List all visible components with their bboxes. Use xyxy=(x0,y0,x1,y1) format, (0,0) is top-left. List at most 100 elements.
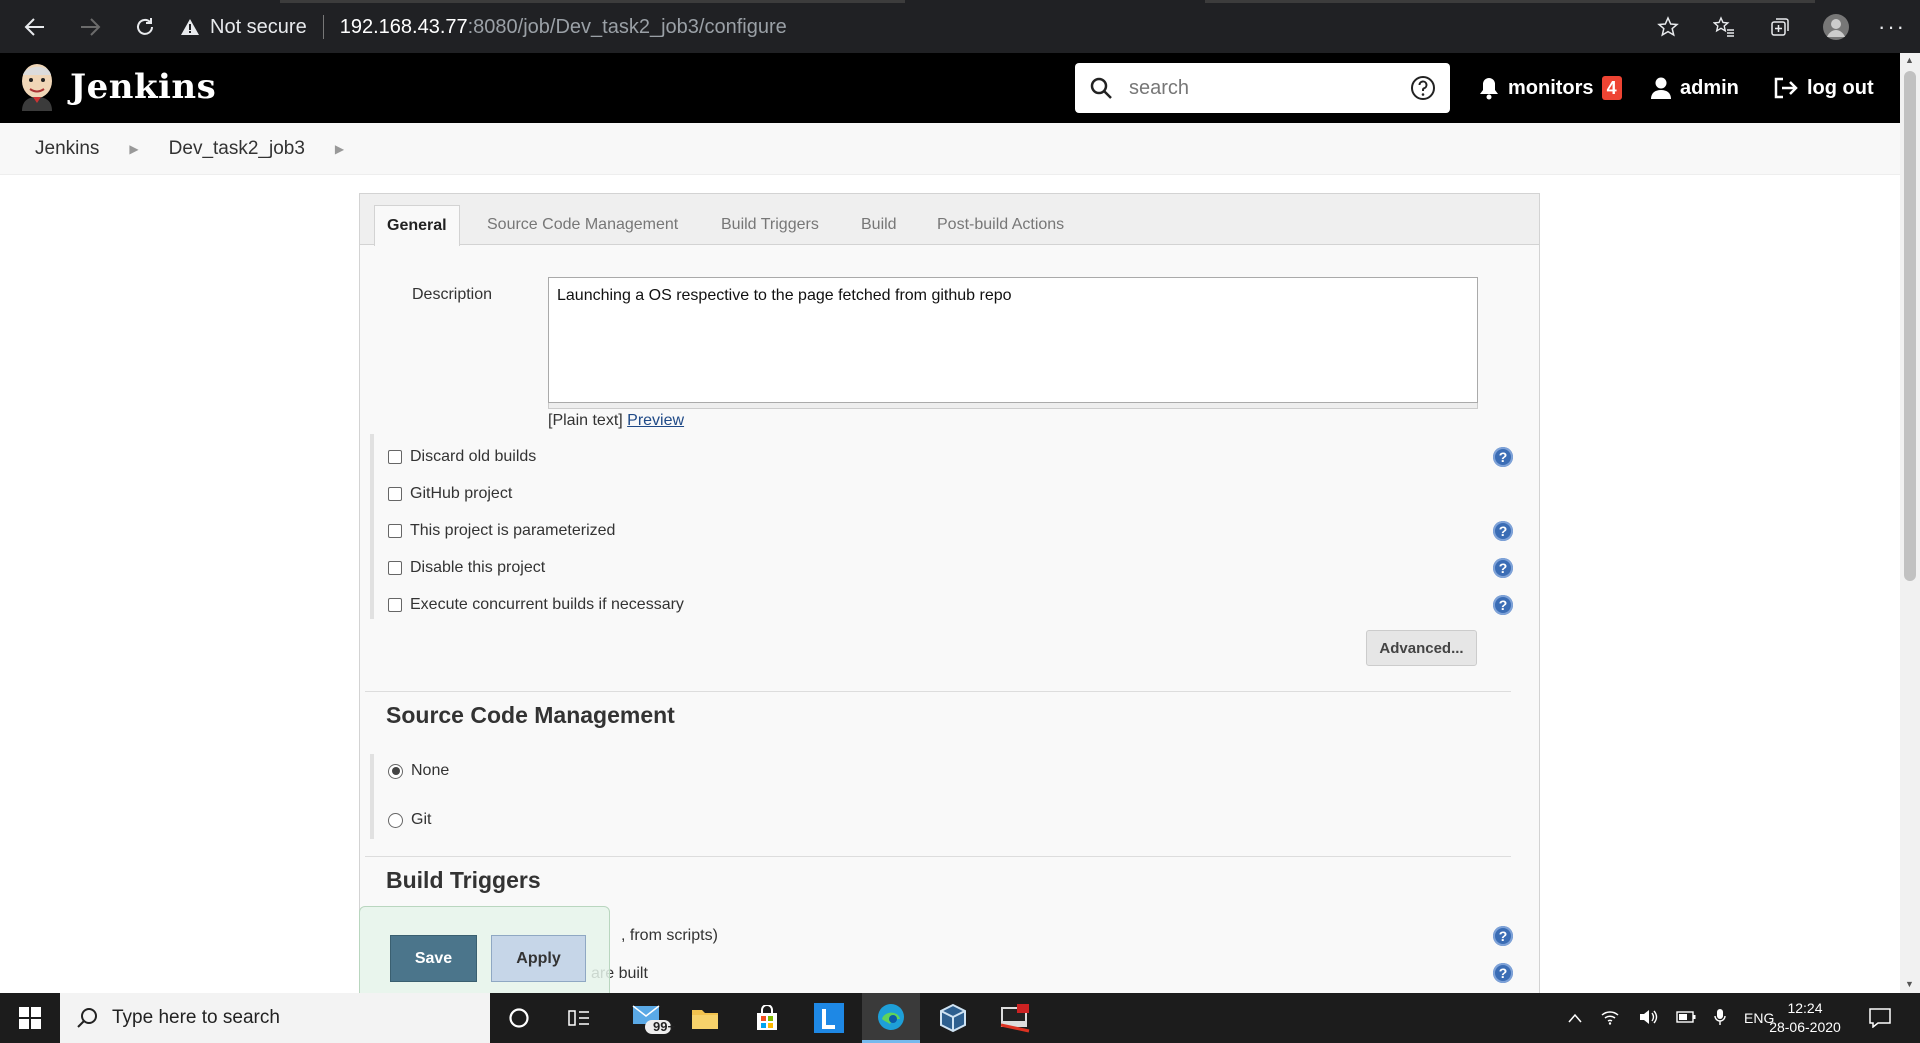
plain-text-label: [Plain text] xyxy=(548,412,623,429)
virtualbox-icon[interactable] xyxy=(924,993,982,1043)
clock-date: 28-06-2020 xyxy=(1769,1019,1841,1035)
option-discard-old-builds[interactable]: Discard old builds xyxy=(388,448,536,466)
user-link[interactable]: admin xyxy=(1650,53,1739,123)
monitors-label: monitors xyxy=(1508,76,1594,99)
user-icon xyxy=(1651,77,1671,99)
reload-button[interactable] xyxy=(128,10,162,44)
help-icon[interactable]: ? xyxy=(1493,595,1513,615)
build-trigger-option-partial: , from scripts) xyxy=(621,927,718,944)
windows-taskbar: Type here to search 99+ ENG 12:24 28-06-… xyxy=(0,993,1920,1043)
help-icon[interactable]: ? xyxy=(1493,558,1513,578)
microphone-icon[interactable] xyxy=(1714,1008,1726,1029)
cortana-icon[interactable] xyxy=(490,993,548,1043)
tab-general[interactable]: General xyxy=(374,205,460,246)
option-label: Git xyxy=(411,811,432,828)
favorite-star-icon[interactable] xyxy=(1640,16,1696,38)
disable-project-checkbox[interactable] xyxy=(388,561,402,575)
bell-icon xyxy=(1480,78,1498,100)
breadcrumb-jenkins[interactable]: Jenkins xyxy=(35,138,99,160)
breadcrumb-job[interactable]: Dev_task2_job3 xyxy=(169,138,305,160)
option-label: This project is parameterized xyxy=(410,522,616,539)
option-github-project[interactable]: GitHub project xyxy=(388,485,512,503)
browser-actions: ··· xyxy=(1640,10,1920,44)
monitors-link[interactable]: monitors 4 xyxy=(1478,53,1622,123)
help-icon[interactable]: ? xyxy=(1493,521,1513,541)
notifications-icon[interactable] xyxy=(1850,993,1910,1043)
breadcrumb-separator-icon[interactable]: ▶ xyxy=(335,142,344,156)
tab-strip-line xyxy=(1205,0,1815,3)
putty-terminal-icon[interactable] xyxy=(986,993,1044,1043)
tray-expand-icon[interactable] xyxy=(1568,1010,1582,1026)
scm-option-git[interactable]: Git xyxy=(388,811,431,829)
concurrent-builds-checkbox[interactable] xyxy=(388,598,402,612)
search-icon xyxy=(1090,77,1112,99)
search-input[interactable]: search xyxy=(1129,77,1410,100)
tab-source-code-management[interactable]: Source Code Management xyxy=(487,205,678,245)
scroll-down-icon[interactable]: ▼ xyxy=(1905,979,1914,989)
save-button[interactable]: Save xyxy=(390,935,477,982)
preview-link[interactable]: Preview xyxy=(627,412,684,429)
tab-build[interactable]: Build xyxy=(861,205,897,245)
scm-git-radio[interactable] xyxy=(388,812,403,828)
page-scrollbar[interactable]: ▲ ▼ xyxy=(1900,53,1920,993)
volume-icon[interactable] xyxy=(1638,1009,1658,1028)
option-disable-project[interactable]: Disable this project xyxy=(388,559,545,577)
favorites-list-icon[interactable] xyxy=(1696,16,1752,38)
file-explorer-icon[interactable] xyxy=(676,993,734,1043)
tab-build-triggers[interactable]: Build Triggers xyxy=(721,205,819,245)
windows-start-button[interactable] xyxy=(0,993,60,1043)
scroll-up-icon[interactable]: ▲ xyxy=(1905,55,1914,65)
edge-browser-icon[interactable] xyxy=(862,993,920,1043)
github-project-checkbox[interactable] xyxy=(388,487,402,501)
section-divider xyxy=(365,691,1511,692)
profile-avatar-icon[interactable] xyxy=(1808,13,1864,41)
help-icon[interactable]: ? xyxy=(1493,447,1513,467)
tab-post-build-actions[interactable]: Post-build Actions xyxy=(937,205,1064,245)
jenkins-logo[interactable]: Jenkins xyxy=(18,63,216,111)
jenkins-header: Jenkins search monitors 4 admin log out xyxy=(0,53,1900,123)
logout-label: log out xyxy=(1807,76,1874,99)
options-group-bar xyxy=(370,434,374,619)
system-clock[interactable]: 12:24 28-06-2020 xyxy=(1760,999,1850,1037)
clock-time: 12:24 xyxy=(1787,1000,1823,1016)
option-label: Discard old builds xyxy=(410,448,537,465)
textarea-resize-handle[interactable] xyxy=(548,403,1478,409)
task-view-icon[interactable] xyxy=(550,993,608,1043)
logout-link[interactable]: log out xyxy=(1773,53,1874,123)
option-concurrent-builds[interactable]: Execute concurrent builds if necessary xyxy=(388,596,684,614)
advanced-button[interactable]: Advanced... xyxy=(1366,630,1477,666)
scm-section-title: Source Code Management xyxy=(386,702,675,728)
address-bar[interactable]: Not secure 192.168.43.77:8080/job/Dev_ta… xyxy=(180,7,1650,47)
breadcrumb-separator-icon[interactable]: ▶ xyxy=(129,142,138,156)
apply-button[interactable]: Apply xyxy=(491,935,586,982)
l-app-icon[interactable] xyxy=(800,993,858,1043)
mail-app-icon[interactable]: 99+ xyxy=(622,993,680,1043)
scrollbar-thumb[interactable] xyxy=(1904,71,1916,581)
address-separator xyxy=(322,15,324,39)
store-icon[interactable] xyxy=(738,993,796,1043)
option-label: GitHub project xyxy=(410,485,513,502)
discard-old-builds-checkbox[interactable] xyxy=(388,450,402,464)
search-box[interactable]: search xyxy=(1075,63,1450,113)
forward-button[interactable] xyxy=(73,10,107,44)
collections-icon[interactable] xyxy=(1752,16,1808,38)
taskbar-search[interactable]: Type here to search xyxy=(60,993,490,1043)
security-indicator[interactable]: Not secure xyxy=(180,16,307,39)
wifi-icon[interactable] xyxy=(1600,1009,1620,1028)
battery-icon[interactable] xyxy=(1676,1010,1696,1026)
back-button[interactable] xyxy=(18,10,52,44)
parameterized-checkbox[interactable] xyxy=(388,524,402,538)
description-textarea[interactable] xyxy=(548,277,1478,403)
help-icon[interactable]: ? xyxy=(1493,926,1513,946)
option-parameterized[interactable]: This project is parameterized xyxy=(388,522,615,540)
url-path: :8080/job/Dev_task2_job3/configure xyxy=(467,15,787,38)
help-icon[interactable]: ? xyxy=(1493,963,1513,983)
tab-strip-line xyxy=(280,0,905,3)
scm-none-radio[interactable] xyxy=(388,763,403,779)
scm-group-bar xyxy=(370,754,374,839)
breadcrumb: Jenkins ▶ Dev_task2_job3 ▶ xyxy=(0,123,1900,175)
description-format: [Plain text] Preview xyxy=(548,412,684,430)
scm-option-none[interactable]: None xyxy=(388,762,449,780)
reload-icon xyxy=(137,18,153,35)
more-menu-icon[interactable]: ··· xyxy=(1864,14,1920,40)
